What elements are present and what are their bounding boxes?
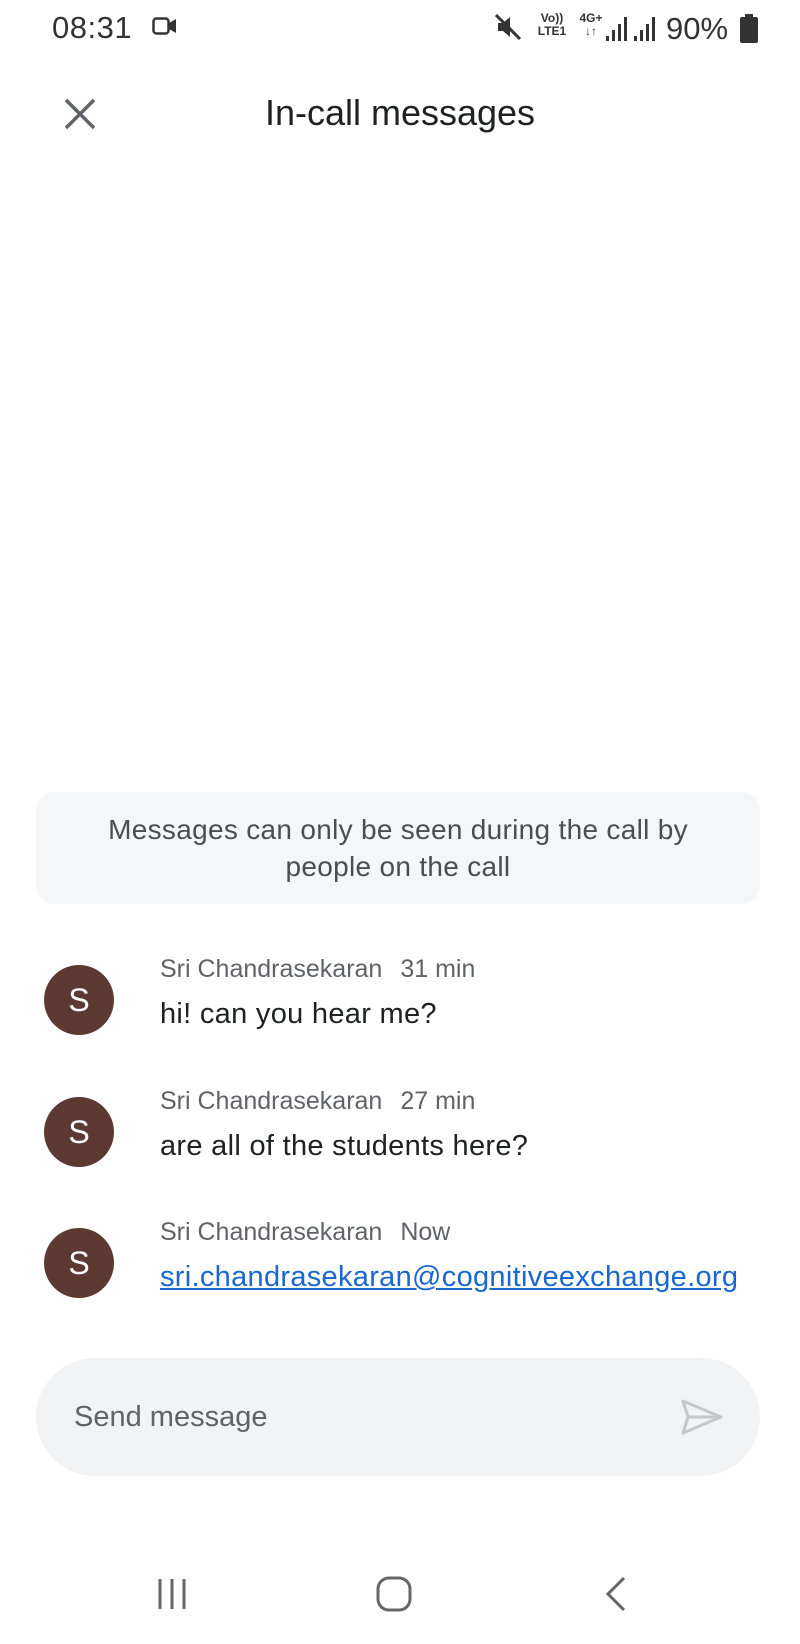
message-meta: Sri Chandrasekaran 31 min xyxy=(160,955,475,984)
back-button[interactable] xyxy=(576,1568,656,1620)
message-sender: Sri Chandrasekaran xyxy=(160,1087,383,1115)
avatar-letter: S xyxy=(68,1244,90,1281)
message-sender: Sri Chandrasekaran xyxy=(160,1218,383,1246)
avatar-letter: S xyxy=(68,1113,90,1150)
data-activity-label: ↓↑ xyxy=(585,24,597,38)
message-time: 31 min xyxy=(400,955,476,983)
in-call-messages-screen: 08:31 Vo)) LTE1 4G+ ↓↑ 90% In-call messa… xyxy=(0,0,800,1644)
battery-icon xyxy=(740,14,758,49)
email-link[interactable]: sri.chandrasekaran@cognitiveexchange.org xyxy=(160,1261,738,1293)
network-indicator: 4G+ ↓↑ xyxy=(576,12,606,38)
message-text: hi! can you hear me? xyxy=(160,998,437,1030)
lte-label: LTE1 xyxy=(537,24,567,38)
avatar-letter: S xyxy=(68,981,90,1018)
recent-apps-icon xyxy=(158,1579,186,1609)
battery-percentage: 90% xyxy=(666,11,729,46)
status-bar: 08:31 Vo)) LTE1 4G+ ↓↑ 90% xyxy=(0,0,800,56)
message-meta: Sri Chandrasekaran 27 min xyxy=(160,1087,475,1116)
mute-icon xyxy=(494,12,522,47)
signal-icon xyxy=(606,16,630,47)
home-icon xyxy=(376,1576,412,1612)
app-header: In-call messages xyxy=(0,70,800,160)
back-icon xyxy=(605,1576,626,1612)
video-camera-icon xyxy=(152,15,178,42)
system-navigation-bar xyxy=(0,1540,800,1644)
recent-apps-button[interactable] xyxy=(132,1568,212,1620)
send-button[interactable] xyxy=(678,1396,726,1438)
message-meta: Sri Chandrasekaran Now xyxy=(160,1218,450,1247)
send-icon xyxy=(681,1399,723,1435)
send-message-input[interactable] xyxy=(74,1358,634,1476)
message-time: 27 min xyxy=(400,1087,476,1115)
volte-indicator: Vo)) LTE1 xyxy=(532,12,572,38)
avatar: S xyxy=(44,965,114,1035)
privacy-notice-text: Messages can only be seen during the cal… xyxy=(108,814,688,882)
message-composer xyxy=(36,1358,760,1476)
avatar: S xyxy=(44,1228,114,1298)
message-time: Now xyxy=(400,1218,451,1246)
message-text: are all of the students here? xyxy=(160,1130,529,1162)
privacy-notice: Messages can only be seen during the cal… xyxy=(36,792,760,904)
home-button[interactable] xyxy=(354,1568,434,1620)
avatar: S xyxy=(44,1097,114,1167)
message-sender: Sri Chandrasekaran xyxy=(160,955,383,983)
status-time: 08:31 xyxy=(52,10,133,45)
message-text: sri.chandrasekaran@cognitiveexchange.org xyxy=(160,1259,750,1296)
page-title: In-call messages xyxy=(264,92,536,133)
signal-icon xyxy=(634,16,658,47)
